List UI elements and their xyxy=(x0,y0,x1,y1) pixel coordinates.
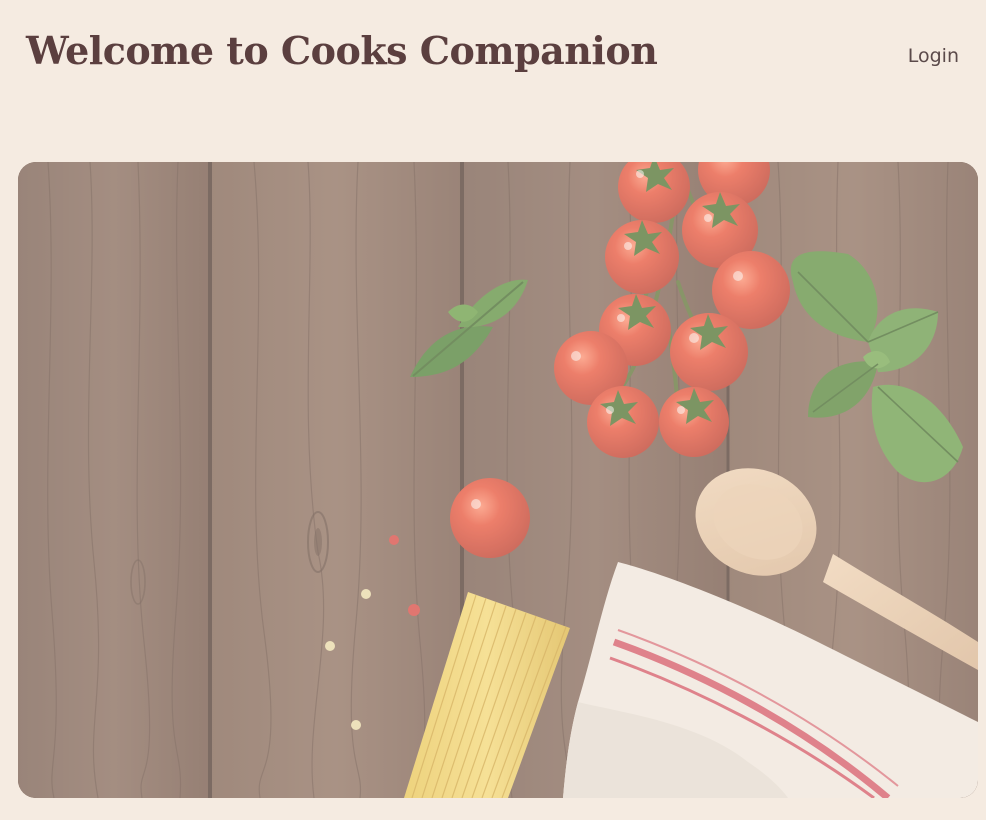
single-tomato xyxy=(450,478,530,558)
login-link[interactable]: Login xyxy=(908,45,959,67)
page-title: Welcome to Cooks Companion xyxy=(26,28,658,73)
hero-image xyxy=(18,162,978,798)
site-header: Welcome to Cooks Companion Login xyxy=(0,0,986,110)
hero-illustration xyxy=(18,162,978,798)
